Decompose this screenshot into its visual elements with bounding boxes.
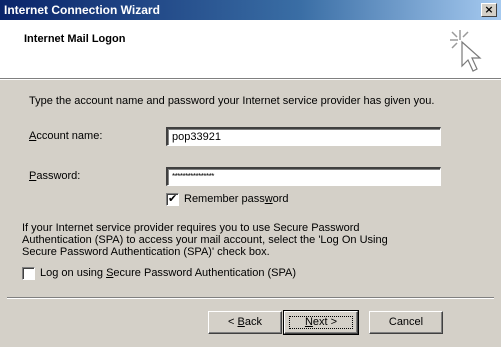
password-input[interactable]: **************** <box>166 167 441 186</box>
cancel-label: Cancel <box>388 316 424 328</box>
checkmark-icon: ✔ <box>168 192 178 205</box>
wizard-window: Internet Connection Wizard × Internet Ma… <box>0 0 501 347</box>
next-label-post: ext > <box>312 316 338 328</box>
remember-password-checkbox[interactable]: ✔ <box>166 192 179 206</box>
close-icon: × <box>484 3 494 16</box>
back-button[interactable]: < Back <box>208 311 282 334</box>
wizard-cursor-icon <box>450 30 482 72</box>
password-label: Password: <box>29 170 80 182</box>
cancel-button[interactable]: Cancel <box>369 311 443 334</box>
spa-checkbox-label[interactable]: Log on using Secure Password Authenticat… <box>40 267 296 279</box>
spa-label-post: ecure Password Authentication (SPA) <box>113 267 297 279</box>
back-label-accel: B <box>237 316 245 328</box>
account-name-label-text: ccount name: <box>36 130 103 142</box>
instruction-text: Type the account name and password your … <box>29 95 435 107</box>
account-name-input[interactable]: pop33921 <box>166 127 441 146</box>
next-button[interactable]: Next > <box>283 310 359 335</box>
page-title: Internet Mail Logon <box>24 33 126 45</box>
wizard-header: Internet Mail Logon <box>0 20 501 78</box>
footer-divider <box>7 297 494 299</box>
remember-label-pre: Remember pass <box>184 193 265 205</box>
title-bar[interactable]: Internet Connection Wizard × <box>0 0 501 20</box>
window-title: Internet Connection Wizard <box>4 3 160 17</box>
spa-label-pre: Log on using <box>40 267 107 279</box>
back-label-pre: < <box>228 316 238 328</box>
account-name-label: Account name: <box>29 130 102 142</box>
spa-description: If your Internet service provider requir… <box>22 222 388 258</box>
password-label-text: assword: <box>36 170 81 182</box>
back-label-post: ack <box>244 316 262 328</box>
header-divider <box>0 78 501 80</box>
next-label-accel: N <box>304 316 313 328</box>
remember-password-label[interactable]: Remember password <box>184 193 289 205</box>
remember-label-post: ord <box>272 193 289 205</box>
spa-checkbox[interactable] <box>22 267 35 280</box>
remember-label-accel: w <box>264 193 273 205</box>
close-button[interactable]: × <box>481 3 497 17</box>
